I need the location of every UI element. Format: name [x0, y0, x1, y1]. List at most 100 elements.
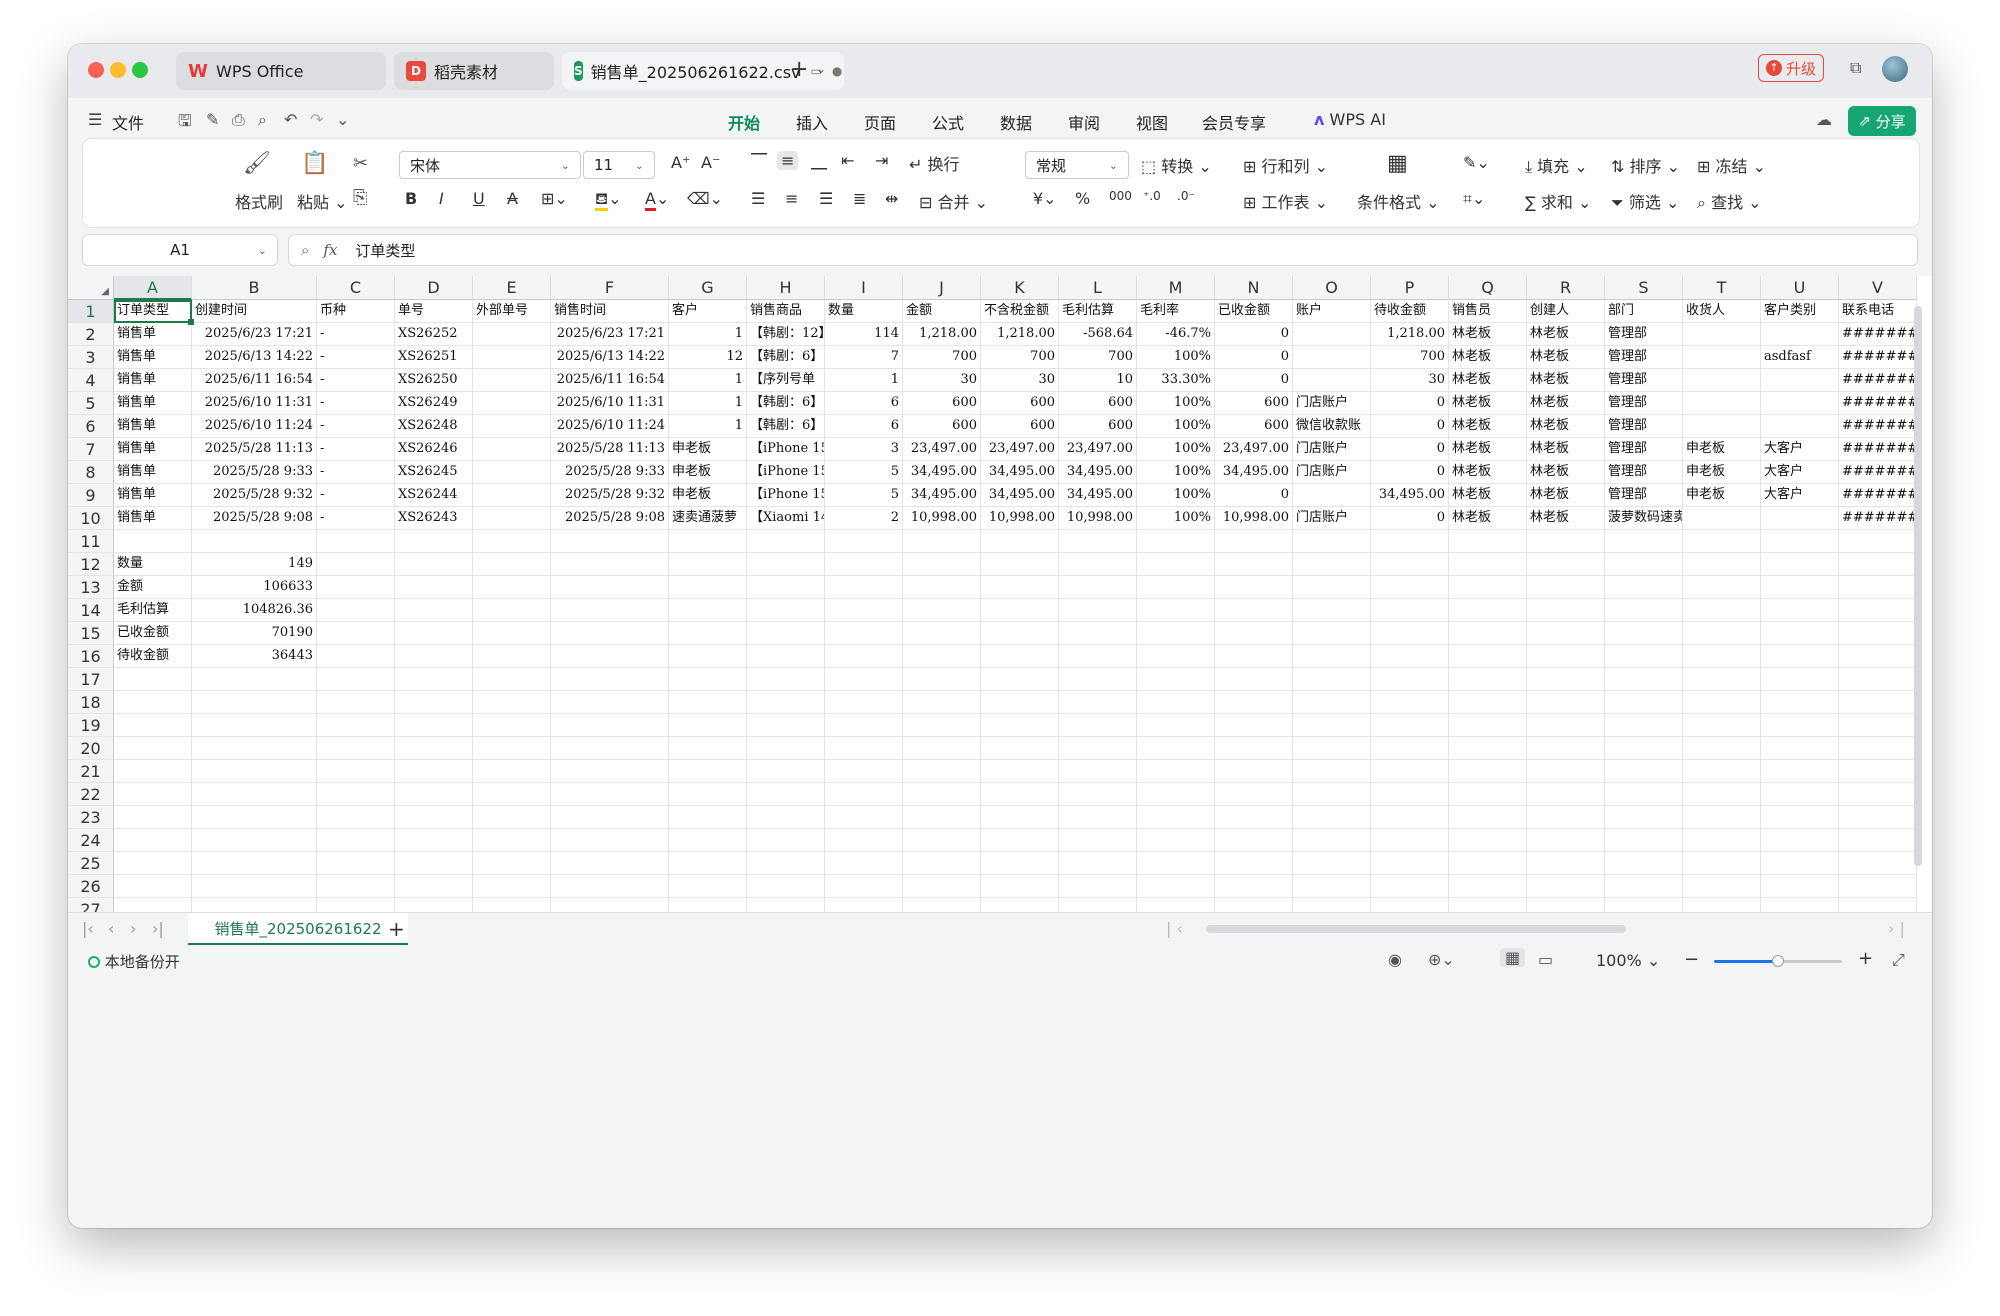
data-cell[interactable]: 600 — [981, 415, 1059, 438]
horizontal-scrollbar[interactable] — [1206, 925, 1626, 933]
data-cell[interactable]: 23,497.00 — [981, 438, 1059, 461]
zoom-level[interactable]: 100% ⌄ — [1596, 951, 1660, 970]
data-cell[interactable]: 管理部 — [1605, 369, 1683, 392]
data-cell[interactable]: - — [317, 484, 395, 507]
data-cell[interactable]: 管理部 — [1605, 323, 1683, 346]
data-cell[interactable]: 2025/5/28 9:33 — [192, 461, 317, 484]
underline-icon[interactable]: U — [473, 189, 485, 208]
column-header-f[interactable]: F — [551, 276, 669, 300]
data-cell[interactable]: 10,998.00 — [903, 507, 981, 530]
column-header-s[interactable]: S — [1605, 276, 1683, 300]
data-cell[interactable] — [1761, 392, 1839, 415]
summary-label[interactable]: 金额 — [114, 576, 192, 599]
data-cell[interactable]: - — [317, 323, 395, 346]
align-bottom-icon[interactable]: ⎽ — [811, 151, 827, 171]
align-middle-icon[interactable]: ≡ — [777, 151, 799, 170]
fx-icon[interactable]: fx — [323, 241, 337, 259]
data-cell[interactable]: ######## — [1839, 392, 1917, 415]
data-cell[interactable]: 【序列号单 — [747, 369, 825, 392]
pen-icon[interactable]: ✎ — [206, 110, 219, 129]
header-cell[interactable]: 毛利估算 — [1059, 300, 1137, 323]
data-cell[interactable]: 门店账户 — [1293, 392, 1371, 415]
data-cell[interactable]: 林老板 — [1449, 507, 1527, 530]
data-cell[interactable] — [1683, 369, 1761, 392]
data-cell[interactable]: 销售单 — [114, 415, 192, 438]
header-cell[interactable]: 数量 — [825, 300, 903, 323]
data-cell[interactable]: 34,495.00 — [1215, 461, 1293, 484]
data-cell[interactable]: XS26249 — [395, 392, 473, 415]
currency-icon[interactable]: ¥⌄ — [1033, 189, 1057, 208]
data-cell[interactable]: 1 — [669, 369, 747, 392]
paste-icon[interactable]: 📋 — [301, 151, 328, 176]
row-header[interactable]: 7 — [68, 438, 114, 461]
data-cell[interactable]: 10 — [1059, 369, 1137, 392]
data-cell[interactable]: 0 — [1371, 438, 1449, 461]
normal-view-icon[interactable]: ▦ — [1500, 948, 1526, 967]
data-cell[interactable]: 10,998.00 — [1215, 507, 1293, 530]
fill-color-icon[interactable]: ⛾⌄ — [595, 189, 621, 211]
data-cell[interactable]: 林老板 — [1449, 415, 1527, 438]
data-cell[interactable]: 0 — [1215, 484, 1293, 507]
row-header[interactable]: 1 — [68, 300, 114, 323]
column-header-l[interactable]: L — [1059, 276, 1137, 300]
data-cell[interactable]: 门店账户 — [1293, 507, 1371, 530]
merge-button[interactable]: ⊟ 合并 ⌄ — [919, 189, 988, 213]
tab-wps-office[interactable]: W WPS Office — [176, 52, 386, 90]
column-header-c[interactable]: C — [317, 276, 395, 300]
data-cell[interactable]: XS26245 — [395, 461, 473, 484]
data-cell[interactable]: 1 — [669, 392, 747, 415]
data-cell[interactable] — [1683, 507, 1761, 530]
data-cell[interactable]: 林老板 — [1449, 392, 1527, 415]
increase-font-icon[interactable]: A⁺ — [671, 153, 690, 172]
header-cell[interactable]: 币种 — [317, 300, 395, 323]
decrease-font-icon[interactable]: A⁻ — [701, 153, 720, 172]
data-cell[interactable]: 34,495.00 — [1059, 484, 1137, 507]
data-cell[interactable]: ######## — [1839, 415, 1917, 438]
data-cell[interactable]: 2025/5/28 9:32 — [192, 484, 317, 507]
data-cell[interactable]: - — [317, 461, 395, 484]
zoom-formula-icon[interactable]: ⌕ — [301, 241, 309, 259]
row-header[interactable]: 12 — [68, 553, 114, 576]
data-cell[interactable]: ######## — [1839, 484, 1917, 507]
hamburger-icon[interactable]: ☰ — [88, 110, 102, 129]
row-header[interactable]: 20 — [68, 737, 114, 760]
data-cell[interactable]: 2025/5/28 9:33 — [551, 461, 669, 484]
row-header[interactable]: 16 — [68, 645, 114, 668]
data-cell[interactable]: 1,218.00 — [903, 323, 981, 346]
data-cell[interactable] — [1761, 369, 1839, 392]
column-header-d[interactable]: D — [395, 276, 473, 300]
wrap-text-button[interactable]: ↵ 换行 — [909, 151, 960, 175]
fill-button[interactable]: ⤓ 填充 ⌄ — [1525, 153, 1588, 177]
header-cell[interactable]: 不含税金额 — [981, 300, 1059, 323]
data-cell[interactable] — [473, 507, 551, 530]
conditional-format-icon[interactable]: ▦ — [1387, 151, 1408, 176]
column-header-t[interactable]: T — [1683, 276, 1761, 300]
data-cell[interactable]: - — [317, 346, 395, 369]
data-cell[interactable]: 2025/5/28 9:08 — [551, 507, 669, 530]
data-cell[interactable]: - — [317, 507, 395, 530]
data-cell[interactable] — [1683, 415, 1761, 438]
data-cell[interactable]: 5 — [825, 484, 903, 507]
column-header-n[interactable]: N — [1215, 276, 1293, 300]
row-header[interactable]: 21 — [68, 760, 114, 783]
first-sheet-icon[interactable]: |‹ — [82, 919, 94, 938]
bold-icon[interactable]: B — [405, 189, 417, 208]
header-cell[interactable]: 联系电话 — [1839, 300, 1917, 323]
header-cell[interactable]: 客户类别 — [1761, 300, 1839, 323]
paste-button[interactable]: 粘贴 ⌄ — [297, 189, 348, 213]
data-cell[interactable]: 6 — [825, 415, 903, 438]
data-cell[interactable]: ######## — [1839, 346, 1917, 369]
window-restore-icon[interactable]: ⧉ — [1850, 58, 1861, 78]
menu-review[interactable]: 审阅 — [1068, 110, 1100, 134]
data-cell[interactable]: 30 — [981, 369, 1059, 392]
data-cell[interactable]: 申老板 — [669, 461, 747, 484]
data-cell[interactable]: 700 — [981, 346, 1059, 369]
italic-icon[interactable]: I — [439, 189, 444, 208]
column-header-v[interactable]: V — [1839, 276, 1917, 300]
data-cell[interactable]: 0 — [1371, 392, 1449, 415]
fullscreen-icon[interactable]: ⤢ — [1892, 950, 1905, 970]
filter-button[interactable]: ⏷ 筛选 ⌄ — [1611, 189, 1679, 213]
data-cell[interactable]: - — [317, 369, 395, 392]
header-cell[interactable]: 外部单号 — [473, 300, 551, 323]
data-cell[interactable]: 2025/6/13 14:22 — [192, 346, 317, 369]
